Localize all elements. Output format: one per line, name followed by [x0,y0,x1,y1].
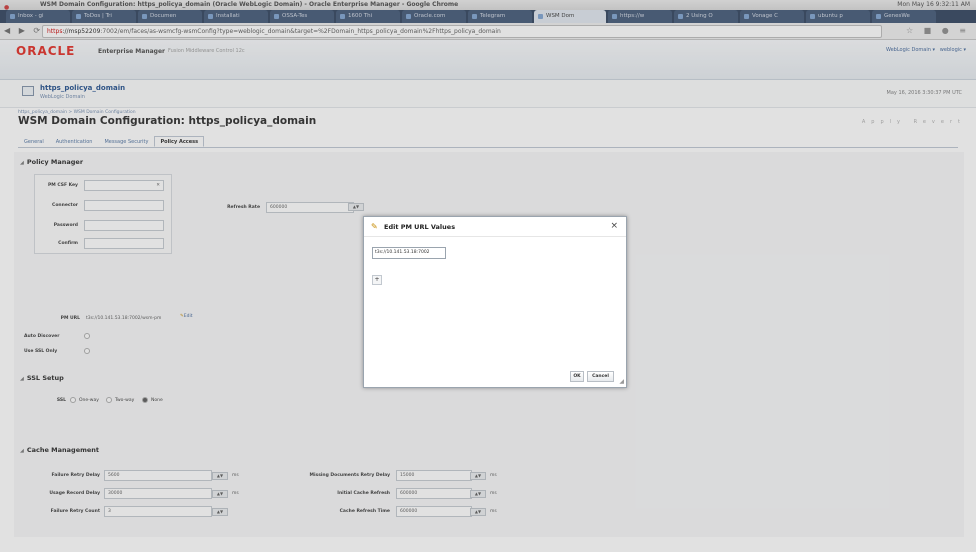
edit-pm-url-dialog: ✎ Edit PM URL Values × t3s://10.141.53.1… [363,216,627,388]
cancel-button[interactable]: Cancel [587,371,614,382]
pencil-icon: ✎ [371,222,378,231]
add-url-button[interactable]: + [372,275,382,285]
resize-grip-icon[interactable]: ◢ [619,378,624,385]
ok-button[interactable]: OK [570,371,584,382]
dialog-title: Edit PM URL Values [384,223,456,231]
close-icon[interactable]: × [610,221,618,231]
pm-url-input[interactable]: t3s://10.141.53.18:7002 [372,247,446,259]
dialog-header[interactable]: ✎ Edit PM URL Values × [364,217,626,237]
